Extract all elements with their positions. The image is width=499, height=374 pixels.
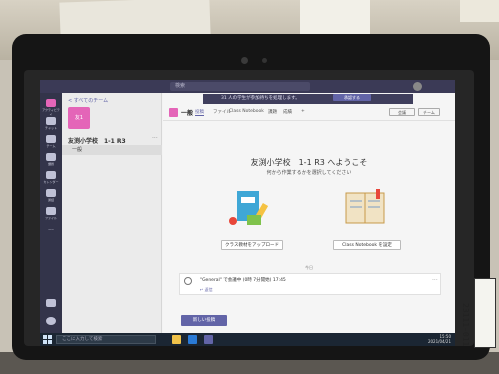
upload-materials-button[interactable]: クラス教材をアップロード <box>221 240 283 250</box>
team-name[interactable]: 友渕小学校 1-1 R3 <box>68 136 126 145</box>
file-explorer-icon[interactable] <box>172 335 181 344</box>
team-more-button[interactable]: ··· <box>152 135 158 142</box>
sensor-icon <box>262 58 267 63</box>
channel-main: 31 人の学生が参加待ちを処理します。 承認する 一般 投稿 ファイル Clas… <box>163 93 455 333</box>
notice-text: 31 人の学生が参加待ちを処理します。 <box>221 96 300 101</box>
rail-label: アクティビティ <box>42 108 60 116</box>
class-notebook-illustration-icon <box>345 189 385 224</box>
setup-notebook-button[interactable]: Class Notebook を設定 <box>333 240 401 250</box>
rail-label: チーム <box>46 144 56 148</box>
meet-button[interactable]: 会議 <box>389 108 415 116</box>
rail-label: ファイル <box>44 216 57 220</box>
reply-button[interactable]: ↩ 返信 <box>200 287 213 293</box>
tab-grades[interactable]: 成績 <box>283 109 292 115</box>
windows-start-icon[interactable] <box>43 335 52 344</box>
rail-label: カレンダー <box>43 180 59 184</box>
all-teams-link[interactable]: < すべてのチーム <box>68 97 108 104</box>
windows-taskbar: ここに入力して検索 15:50 2021/04/21 <box>40 333 455 346</box>
tab-assignments[interactable]: 課題 <box>268 109 277 115</box>
activity-icon[interactable] <box>46 99 56 107</box>
new-conversation-button[interactable]: 新しい投稿 <box>181 315 227 326</box>
search-placeholder: 検索 <box>175 83 186 89</box>
teams-taskbar-icon[interactable] <box>204 335 213 344</box>
calendar-icon[interactable] <box>46 171 56 179</box>
channel-header: 一般 投稿 ファイル Class Notebook 課題 成績 + 会議 チーム <box>163 105 455 121</box>
taskbar-clock: 15:50 2021/04/21 <box>425 334 451 344</box>
channel-title: 一般 <box>181 110 194 117</box>
rail-label: チャット <box>45 126 57 130</box>
chat-icon[interactable] <box>46 117 56 125</box>
meeting-icon <box>184 277 192 285</box>
apps-icon[interactable] <box>46 299 56 307</box>
welcome-subtitle: 何から作業するかを選択してください <box>266 170 352 176</box>
date-divider: 今日 <box>305 265 313 270</box>
app-rail: アクティビティ チャット チーム 課題 カレンダー 通話 ファイル ··· <box>40 93 62 333</box>
avatar[interactable] <box>413 82 422 91</box>
help-icon[interactable] <box>46 317 56 325</box>
team-avatar <box>169 108 178 117</box>
rail-label: 通話 <box>47 198 54 202</box>
notebook-illustration-icon <box>229 191 269 226</box>
team-avatar: 友1 <box>68 107 90 129</box>
post-text: "General" で会議中 (0時 7分開始) 17:45 <box>200 278 286 283</box>
background-paper <box>300 0 370 36</box>
post-card: "General" で会議中 (0時 7分開始) 17:45 ↩ 返信 ··· <box>179 273 441 295</box>
team-button[interactable]: チーム <box>418 108 440 116</box>
background-paper <box>460 0 499 22</box>
tablet-screen: 検索 アクティビティ チャット チーム 課題 カレンダー 通話 ファイル ···… <box>40 80 455 346</box>
teams-icon[interactable] <box>46 135 56 143</box>
calls-icon[interactable] <box>46 189 56 197</box>
asset-number: 23111-011 <box>461 303 470 347</box>
edge-icon[interactable] <box>188 335 197 344</box>
welcome-title: 友渕小学校 1-1 R3 へようこそ <box>250 158 368 167</box>
tab-posts[interactable]: 投稿 <box>195 109 204 116</box>
files-icon[interactable] <box>46 207 56 215</box>
add-tab-button[interactable]: + <box>301 109 305 114</box>
rail-label: 課題 <box>47 162 54 166</box>
team-sidebar: < すべてのチーム 友1 友渕小学校 1-1 R3 ··· 一般 <box>62 93 162 333</box>
clock-date: 2021/04/21 <box>427 338 451 344</box>
camera-icon <box>241 57 248 64</box>
channel-label: 一般 <box>72 147 83 153</box>
more-icon[interactable]: ··· <box>41 227 61 234</box>
asset-sticker <box>474 278 496 348</box>
taskbar-search-placeholder: ここに入力して検索 <box>62 337 103 342</box>
post-more-button[interactable]: ··· <box>432 277 438 284</box>
search-input[interactable] <box>170 82 310 91</box>
assignments-icon[interactable] <box>46 153 56 161</box>
approve-button[interactable]: 承認する <box>333 94 371 101</box>
tab-class-notebook[interactable]: Class Notebook <box>229 109 264 114</box>
